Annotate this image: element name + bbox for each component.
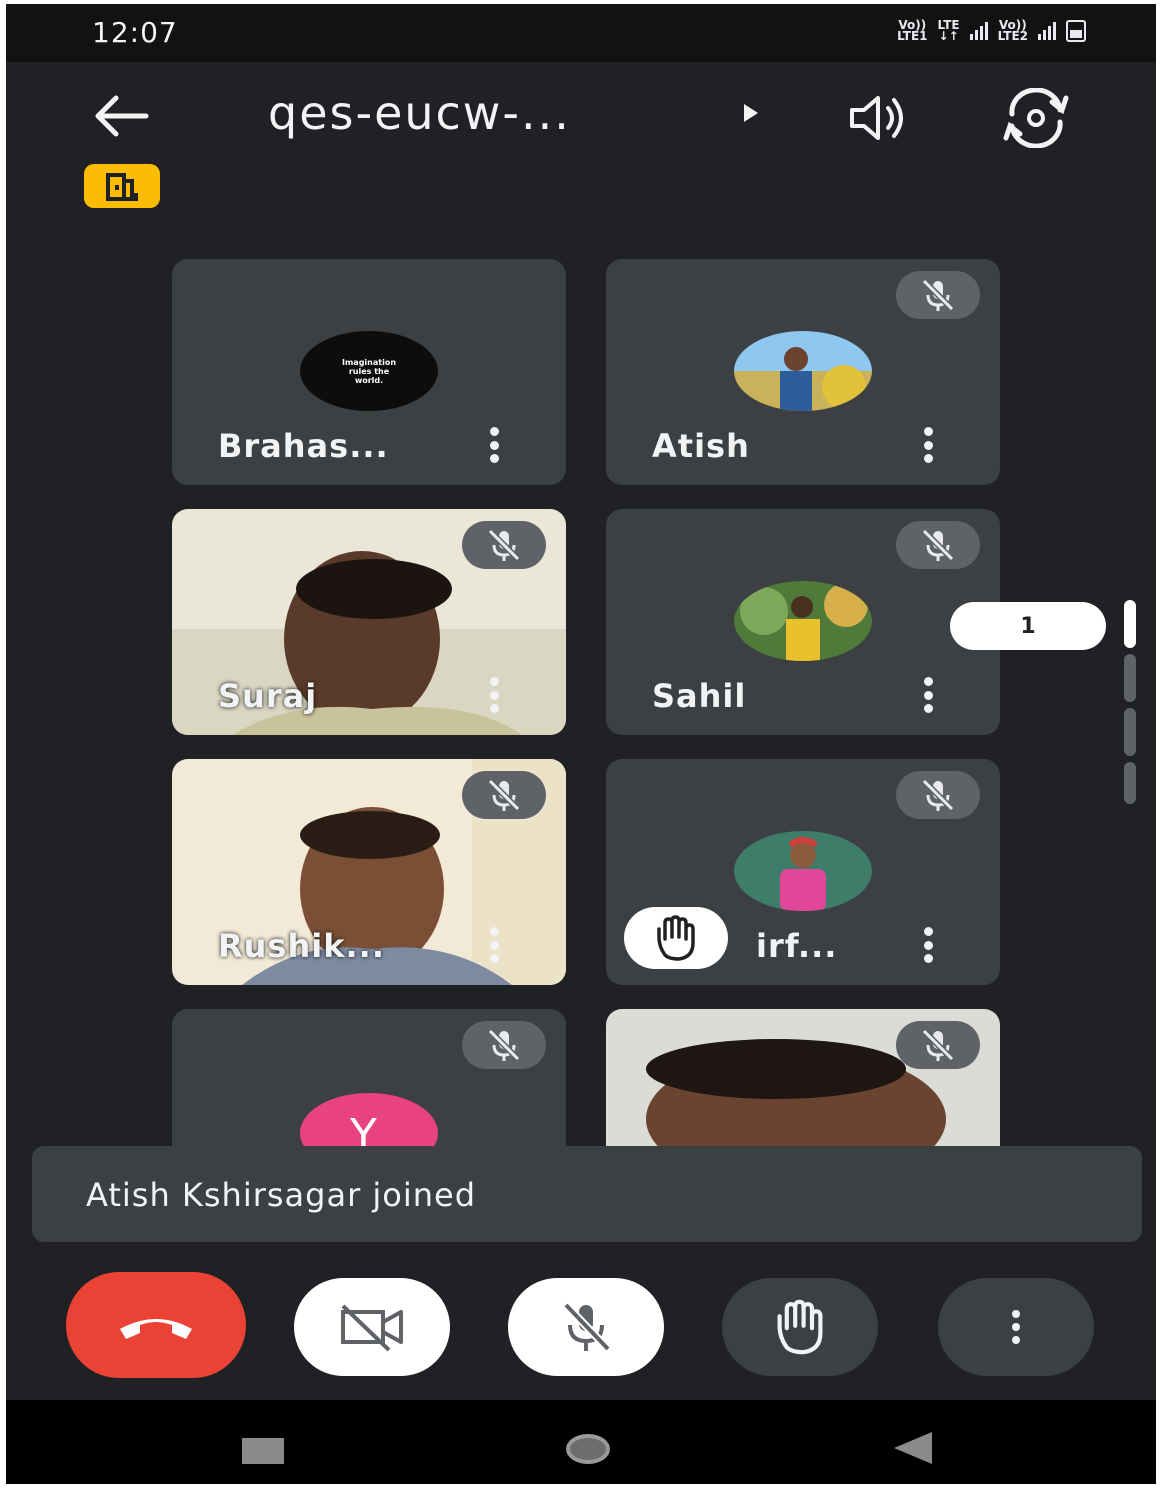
participant-tile[interactable]: Atish: [606, 259, 1000, 485]
back-arrow-icon: [95, 95, 149, 137]
more-vert-icon[interactable]: [486, 927, 502, 963]
mic-off-icon: [563, 1302, 611, 1352]
scroll-indicator-active[interactable]: [1124, 600, 1136, 648]
scroll-indicator[interactable]: [1124, 654, 1136, 702]
participant-name: Atish: [652, 427, 750, 465]
battery-icon: [1066, 20, 1086, 42]
participant-name: Rushik...: [218, 927, 385, 965]
participant-name: Suraj: [218, 677, 318, 715]
participant-tile[interactable]: Imagination rules the world. Brahas...: [172, 259, 566, 485]
mic-off-icon: [921, 778, 955, 812]
camera-off-icon: [341, 1304, 403, 1352]
back-button[interactable]: [88, 92, 152, 140]
mic-off-badge: [462, 1021, 546, 1069]
mic-off-icon: [921, 278, 955, 312]
mic-off-icon: [487, 528, 521, 562]
participant-avatar: [734, 581, 872, 661]
mic-off-icon: [921, 1028, 955, 1062]
status-icons: Vo)) LTE1 LTE ↓↑ Vo)) LTE2: [897, 18, 1086, 43]
network-indicator: LTE ↓↑: [937, 18, 960, 43]
recents-button[interactable]: [242, 1438, 284, 1464]
join-notification: Atish Kshirsagar joined: [32, 1146, 1142, 1242]
phone-screen: 12:07 Vo)) LTE1 LTE ↓↑ Vo)) LTE2 qes-euc…: [6, 4, 1156, 1484]
camera-toggle-button[interactable]: [294, 1278, 450, 1376]
participant-name: Sahil: [652, 677, 747, 715]
meeting-code-title[interactable]: qes-eucw-...: [268, 86, 571, 140]
hand-icon: [657, 915, 695, 961]
status-time: 12:07: [92, 16, 178, 49]
flip-camera-icon: [1003, 87, 1069, 149]
scroll-indicator[interactable]: [1124, 708, 1136, 756]
hand-raised-badge: [624, 907, 728, 969]
system-navigation-bar: [6, 1400, 1156, 1484]
mic-off-badge: [896, 771, 980, 819]
mic-off-badge: [896, 1021, 980, 1069]
mic-off-badge: [462, 521, 546, 569]
participant-tile[interactable]: Sahil: [606, 509, 1000, 735]
mic-toggle-button[interactable]: [508, 1278, 664, 1376]
switch-camera-button[interactable]: [1000, 87, 1072, 149]
end-call-button[interactable]: [66, 1272, 246, 1378]
hand-icon: [777, 1299, 823, 1355]
page-indicator: 1: [950, 602, 1106, 650]
breakout-room-badge[interactable]: [84, 164, 160, 208]
sim2-indicator: Vo)) LTE2: [997, 18, 1028, 43]
signal-icon: [969, 22, 988, 40]
sim1-indicator: Vo)) LTE1: [897, 18, 928, 43]
signal-icon: [1038, 22, 1056, 40]
participant-name: Brahas...: [218, 427, 389, 465]
mic-off-icon: [487, 778, 521, 812]
more-vert-icon[interactable]: [920, 927, 936, 963]
mic-off-icon: [921, 528, 955, 562]
speaker-icon: [850, 96, 903, 140]
participant-tile[interactable]: Rushik...: [172, 759, 566, 985]
mic-off-badge: [896, 271, 980, 319]
audio-output-button[interactable]: [846, 90, 910, 146]
more-vert-icon: [1012, 1310, 1020, 1344]
status-bar: 12:07 Vo)) LTE1 LTE ↓↑ Vo)) LTE2: [6, 4, 1156, 62]
mic-off-icon: [487, 1028, 521, 1062]
join-notification-text: Atish Kshirsagar joined: [86, 1176, 477, 1214]
more-vert-icon[interactable]: [486, 427, 502, 463]
participant-avatar: [734, 331, 872, 411]
hang-up-icon: [120, 1319, 192, 1339]
mic-off-badge: [462, 771, 546, 819]
participant-name: irf...: [756, 927, 838, 965]
system-back-button[interactable]: [894, 1432, 932, 1464]
participant-avatar: [734, 831, 872, 911]
participant-tile[interactable]: irf...: [606, 759, 1000, 985]
participant-tile[interactable]: Suraj: [172, 509, 566, 735]
more-vert-icon[interactable]: [920, 427, 936, 463]
expand-triangle-icon[interactable]: [744, 104, 758, 122]
home-button[interactable]: [566, 1434, 610, 1464]
room-icon: [106, 173, 138, 201]
meeting-app-bar: qes-eucw-...: [6, 64, 1156, 164]
participant-avatar: Imagination rules the world.: [300, 331, 438, 411]
more-vert-icon[interactable]: [920, 677, 936, 713]
more-vert-icon[interactable]: [486, 677, 502, 713]
scroll-indicator[interactable]: [1124, 762, 1136, 804]
more-options-button[interactable]: [938, 1278, 1094, 1376]
raise-hand-button[interactable]: [722, 1278, 878, 1376]
mic-off-badge: [896, 521, 980, 569]
